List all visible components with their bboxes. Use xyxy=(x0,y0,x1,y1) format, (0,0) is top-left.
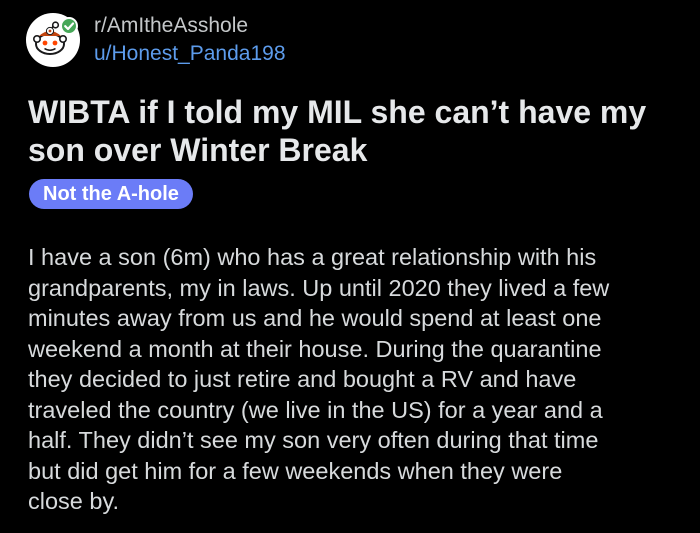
post-body-line: traveled the country (we live in the US)… xyxy=(28,396,603,423)
post-body-line: they decided to just retire and bought a… xyxy=(28,366,577,392)
post-title-line: WIBTA if I told my MIL she can’t have my xyxy=(28,94,647,130)
snoo-avatar-icon[interactable] xyxy=(26,13,80,67)
post-body-line: close by. xyxy=(28,488,119,514)
post-title-line: son over Winter Break xyxy=(28,132,368,168)
post-header: r/AmItheAsshole u/Honest_Panda198 xyxy=(26,13,286,67)
author-link[interactable]: u/Honest_Panda198 xyxy=(94,41,286,67)
post-body-line: but did get him for a few weekends when … xyxy=(28,457,563,484)
subreddit-link[interactable]: r/AmItheAsshole xyxy=(94,13,286,39)
post-body-line: I have a son (6m) who has a great relati… xyxy=(28,244,597,270)
checkmark-badge-icon xyxy=(60,17,78,35)
post-body: I have a son (6m) who has a great relati… xyxy=(28,242,678,517)
post-body-line: grandparents, my in laws. Up until 2020 … xyxy=(28,274,610,301)
post-body-line: minutes away from us and he would spend … xyxy=(28,305,602,331)
post-flair-badge[interactable]: Not the A-hole xyxy=(29,179,193,209)
post-body-line: half. They didn’t see my son very often … xyxy=(28,427,599,453)
post-title[interactable]: WIBTA if I told my MIL she can’t have my… xyxy=(28,93,678,169)
post-body-line: weekend a month at their house. During t… xyxy=(28,335,602,362)
post-meta: r/AmItheAsshole u/Honest_Panda198 xyxy=(94,13,286,67)
